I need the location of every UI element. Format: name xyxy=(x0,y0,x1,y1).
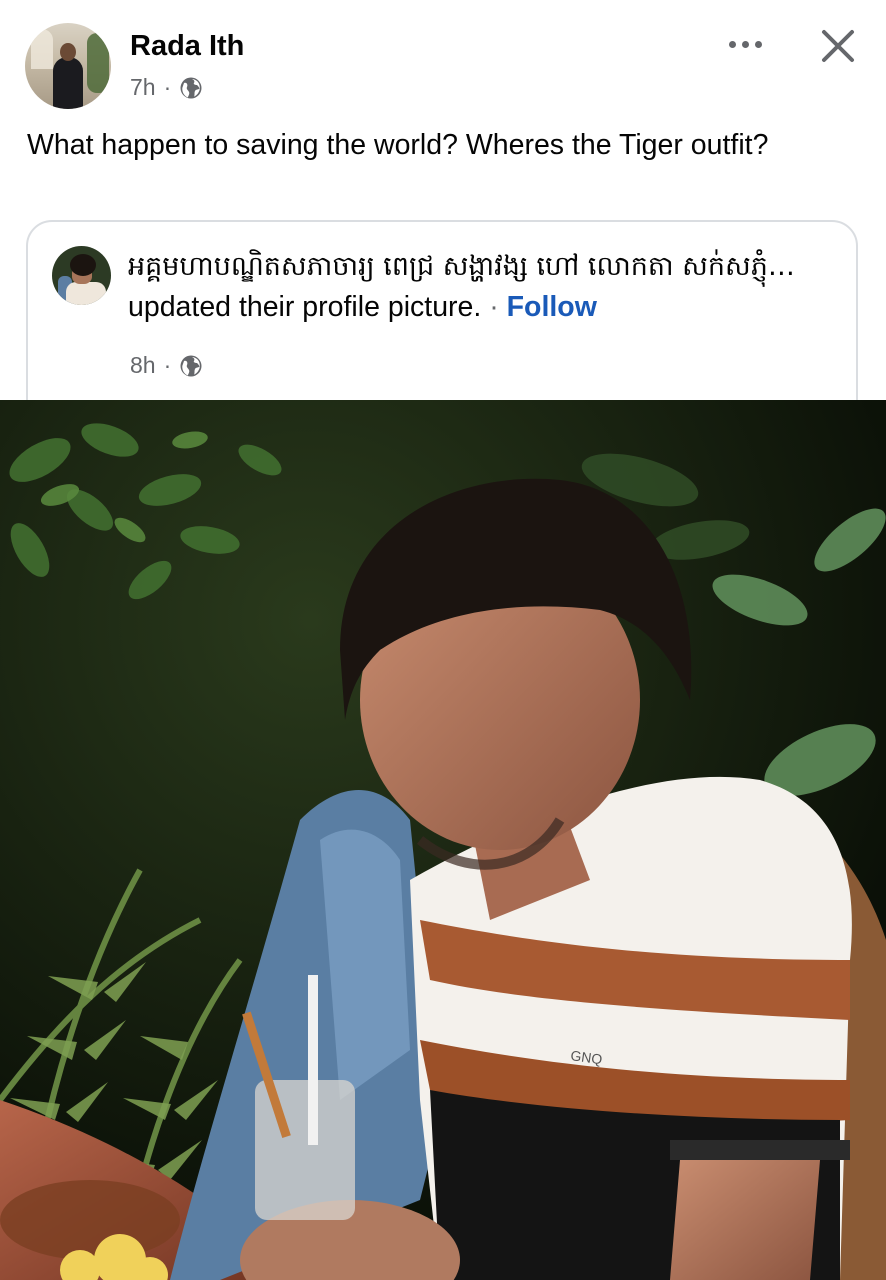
shared-post-header: អគ្គមហាបណ្ឌិតសភាចារ្យ ពេជ្រ សង្ហាវង្ស ហៅ… xyxy=(128,246,838,327)
follow-button[interactable]: Follow xyxy=(507,291,597,323)
post-text: What happen to saving the world? Wheres … xyxy=(27,129,769,161)
shared-author-avatar[interactable] xyxy=(52,246,111,305)
shared-separator: · xyxy=(481,291,507,323)
shared-meta-separator: · xyxy=(163,352,172,378)
meta-separator: · xyxy=(163,74,172,100)
author-avatar[interactable] xyxy=(25,23,111,109)
shared-author-name[interactable]: អគ្គមហាបណ្ឌិតសភាចារ្យ ពេជ្រ សង្ហាវង្ស ហៅ… xyxy=(128,251,795,282)
profile-photo[interactable]: GNQ xyxy=(0,400,886,1280)
author-name[interactable]: Rada Ith xyxy=(130,30,244,63)
post-meta: 7h · xyxy=(130,74,203,101)
shared-post-time[interactable]: 8h xyxy=(130,352,156,379)
post-time[interactable]: 7h xyxy=(130,74,156,101)
globe-icon xyxy=(180,77,202,98)
shared-action-text: updated their profile picture. xyxy=(128,291,482,323)
more-options-icon[interactable] xyxy=(722,28,768,60)
close-icon[interactable] xyxy=(816,24,860,68)
globe-icon xyxy=(180,355,202,376)
shared-post-meta: 8h · xyxy=(130,352,203,379)
post-header: Rada Ith 7h · xyxy=(0,0,886,120)
